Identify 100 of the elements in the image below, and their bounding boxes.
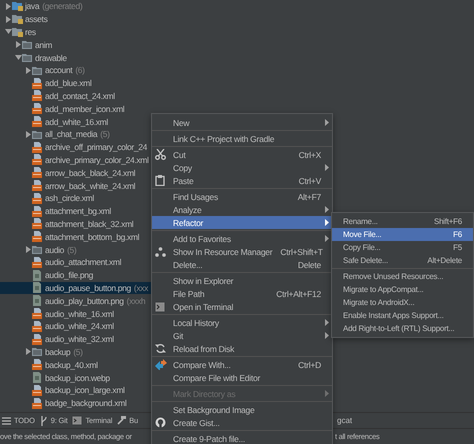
menu-item[interactable]: Find Usages Alt+F7 (152, 190, 332, 203)
item-hint: (5) (73, 346, 83, 358)
file-name[interactable]: backup_40.xml (45, 358, 98, 371)
xml-file-icon (32, 231, 42, 242)
file-name[interactable]: archive_off_primary_color_24 (45, 141, 148, 154)
menu-item[interactable]: Open in Terminal (152, 300, 332, 313)
file-name[interactable]: add_blue.xml (45, 77, 92, 90)
menu-item[interactable]: Safe Delete... Alt+Delete (332, 254, 473, 267)
resource-folder-icon (12, 14, 23, 24)
collapsed-arrow-icon[interactable] (6, 16, 10, 23)
file-name[interactable]: arrow_back_black_24.xml (45, 166, 136, 179)
file-name[interactable]: arrow_back_white_24.xml (45, 180, 136, 192)
xml-file-icon (32, 320, 42, 332)
file-name[interactable]: add_contact_24.xml (45, 90, 115, 102)
folder-name[interactable]: audio (45, 244, 64, 256)
menu-item[interactable]: Analyze (152, 203, 332, 216)
image-file-icon (32, 270, 42, 281)
file-name[interactable]: audio_attachment.xml (45, 256, 122, 268)
list-icon (2, 416, 11, 424)
folder-name[interactable]: backup (45, 346, 70, 358)
folder-name[interactable]: account (45, 64, 72, 76)
file-name[interactable]: attachment_black_32.xml (45, 218, 134, 230)
menu-item[interactable]: Enable Instant Apps Support... (332, 309, 473, 322)
collapsed-arrow-icon[interactable] (26, 130, 30, 138)
menu-item[interactable]: Create 9-Patch file... (152, 432, 332, 444)
clipboard-icon (155, 175, 165, 186)
refresh-icon (155, 343, 166, 354)
dots-icon (155, 246, 166, 256)
folder-name[interactable]: drawable (35, 52, 67, 64)
folder-name[interactable]: res (25, 26, 36, 38)
menu-item[interactable]: Link C++ Project with Gradle (152, 132, 332, 145)
menu-item[interactable]: Show In Resource Manager Ctrl+Shift+T (152, 245, 332, 258)
xml-file-icon (32, 78, 42, 89)
file-name[interactable]: ash_circle.xml (45, 192, 94, 204)
folder-icon (32, 245, 42, 254)
file-name[interactable]: archive_primary_color_24.xml (45, 154, 149, 166)
item-hint: (6) (75, 64, 85, 76)
xml-file-icon (32, 308, 42, 320)
terminal-icon (155, 302, 165, 312)
source-folder-icon (12, 1, 23, 12)
image-file-icon (32, 295, 42, 306)
xml-file-icon (32, 192, 42, 204)
menu-item[interactable]: Compare With... Ctrl+D (152, 358, 332, 371)
menu-item[interactable]: Paste Ctrl+V (152, 174, 332, 187)
menu-item[interactable]: Copy File... F5 (332, 241, 473, 254)
file-name[interactable]: audio_white_32.xml (45, 333, 114, 346)
item-hint: (5) (100, 128, 110, 140)
menu-item[interactable]: New (152, 116, 332, 129)
collapsed-arrow-icon[interactable] (26, 66, 30, 74)
menu-item[interactable]: Set Background Image (152, 403, 332, 416)
menu-item[interactable]: File Path Ctrl+Alt+F12 (152, 287, 332, 300)
menu-item[interactable]: Create Gist... (152, 416, 332, 429)
expanded-arrow-icon[interactable] (14, 55, 22, 60)
collapsed-arrow-icon[interactable] (26, 246, 30, 254)
file-name[interactable]: add_member_icon.xml (45, 102, 124, 115)
menu-item[interactable]: Compare File with Editor (152, 371, 332, 384)
menu-item[interactable]: Cut Ctrl+X (152, 148, 332, 161)
menu-item[interactable]: Refactor (152, 216, 332, 229)
menu-item[interactable]: Local History (152, 316, 332, 329)
file-name[interactable]: attachment_bottom_bg.xml (45, 230, 140, 243)
file-name[interactable]: audio_file.png (45, 269, 94, 282)
menu-item[interactable]: Move File... F6 (332, 228, 473, 241)
menu-item[interactable]: Remove Unused Resources... (332, 270, 473, 283)
menu-item[interactable]: Migrate to AppCompat... (332, 283, 473, 296)
menu-item[interactable]: Add to Favorites (152, 232, 332, 245)
menu-item[interactable]: Add Right-to-Left (RTL) Support... (332, 322, 473, 335)
tool-window-button[interactable]: gcat (337, 416, 352, 425)
file-name[interactable]: add_white_16.xml (45, 116, 108, 128)
item-hint: (generated) (42, 0, 82, 12)
file-name[interactable]: badge_background.xml (45, 397, 126, 410)
folder-name[interactable]: anim (35, 38, 52, 51)
menu-item[interactable]: Delete... Delete (152, 258, 332, 271)
folder-name[interactable]: java (25, 0, 40, 12)
xml-file-icon (32, 218, 42, 230)
file-name[interactable]: backup_icon.webp (45, 372, 110, 384)
file-name[interactable]: audio_white_24.xml (45, 320, 114, 332)
collapsed-arrow-icon[interactable] (6, 2, 10, 10)
folder-name[interactable]: assets (25, 13, 48, 26)
file-name[interactable]: audio_white_16.xml (45, 308, 114, 320)
menu-item[interactable]: Copy (152, 161, 332, 174)
folder-icon (32, 130, 42, 139)
resource-folder-icon (12, 26, 23, 37)
menu-item[interactable]: Rename... Shift+F6 (332, 215, 473, 228)
expanded-arrow-icon[interactable] (4, 29, 12, 34)
collapsed-arrow-icon[interactable] (26, 348, 30, 356)
collapsed-arrow-icon[interactable] (16, 41, 20, 48)
menu-item[interactable]: Reload from Disk (152, 342, 332, 355)
menu-item[interactable]: Migrate to AndroidX... (332, 296, 473, 309)
image-file-icon (32, 282, 42, 294)
menu-item[interactable]: Show in Explorer (152, 274, 332, 287)
file-name[interactable]: audio_play_button.png (45, 294, 124, 307)
hammer-icon (117, 416, 126, 425)
folder-name[interactable]: all_chat_media (45, 128, 98, 140)
file-name[interactable]: attachment_bg.xml (45, 205, 111, 218)
file-name[interactable]: backup_icon_large.xml (45, 384, 125, 396)
menu-item[interactable]: Git (152, 329, 332, 342)
xml-file-icon (32, 359, 42, 370)
compare-arrows-icon (155, 359, 167, 370)
file-name[interactable]: audio_pause_button.png (45, 282, 131, 294)
xml-file-icon (32, 256, 42, 268)
